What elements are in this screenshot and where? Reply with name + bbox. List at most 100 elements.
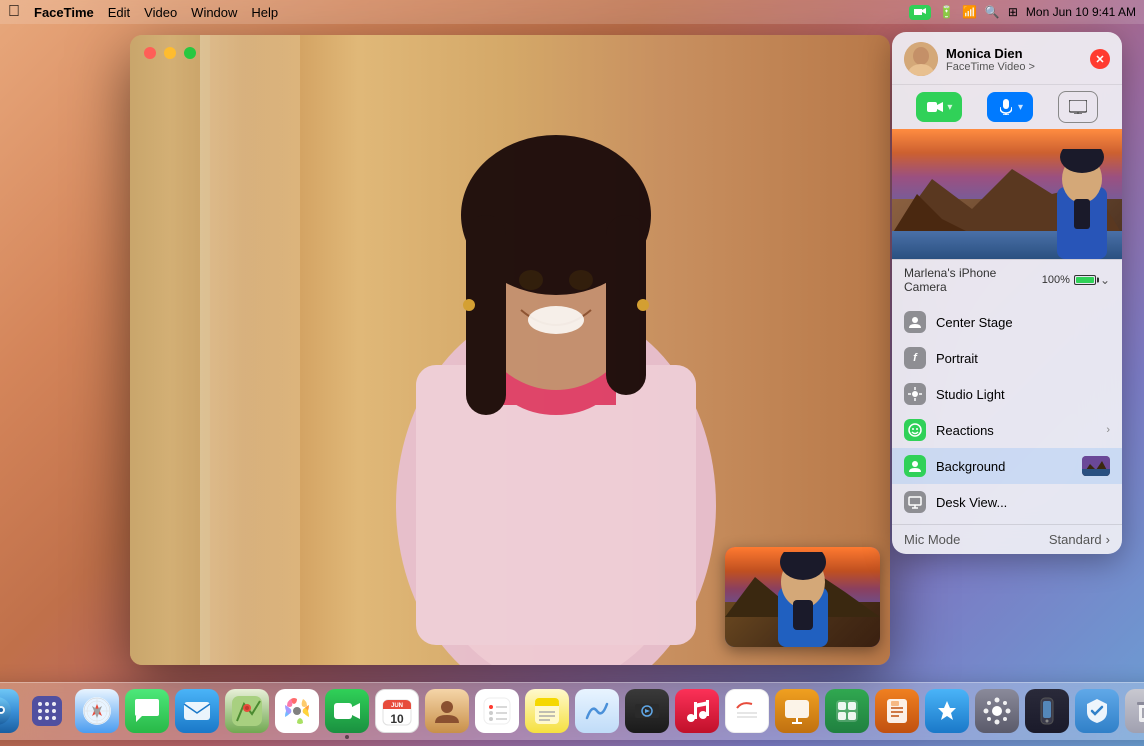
portrait-icon: f [904, 347, 926, 369]
battery-section: 100% ⌄ [1042, 273, 1110, 287]
self-view-person [763, 552, 843, 647]
dock-item-photos[interactable] [274, 688, 320, 734]
self-view-thumbnail[interactable] [725, 547, 880, 647]
dock-item-trash[interactable] [1124, 688, 1144, 734]
mail-icon [175, 689, 219, 733]
studio-light-item[interactable]: Studio Light [892, 376, 1122, 412]
center-stage-label: Center Stage [936, 315, 1110, 330]
wifi-icon: 📶 [962, 5, 977, 19]
background-icon [904, 455, 926, 477]
camera-source-name: Marlena's iPhone Camera [904, 266, 1042, 294]
menu-window[interactable]: Window [191, 5, 237, 20]
apple-menu[interactable]:  [8, 3, 20, 21]
dock-item-reminders[interactable] [474, 688, 520, 734]
messages-icon [125, 689, 169, 733]
close-notification-button[interactable]: ✕ [1090, 49, 1110, 69]
facetime-dock-icon [325, 689, 369, 733]
battery-indicator [1074, 275, 1096, 285]
background-right [1082, 456, 1110, 476]
dock-item-iphone-mirroring[interactable] [1024, 688, 1070, 734]
dock-item-privacy[interactable] [1074, 688, 1120, 734]
desk-view-label: Desk View... [936, 495, 1110, 510]
dock-item-notes[interactable] [524, 688, 570, 734]
notif-info: Monica Dien FaceTime Video > [946, 46, 1082, 73]
menu-video[interactable]: Video [144, 5, 177, 20]
trash-icon [1125, 689, 1144, 733]
effects-menu-list: Center Stage f Portrait Studio Light Rea… [892, 300, 1122, 524]
center-stage-item[interactable]: Center Stage [892, 304, 1122, 340]
dock-item-freeform[interactable] [574, 688, 620, 734]
reactions-right: › [1106, 424, 1110, 436]
close-button[interactable] [144, 47, 156, 59]
numbers-icon [825, 689, 869, 733]
reactions-label: Reactions [936, 423, 1096, 438]
dock-item-pages[interactable] [874, 688, 920, 734]
video-toggle-button[interactable]: ▾ [916, 92, 962, 122]
expand-chevron[interactable]: ⌄ [1100, 273, 1110, 287]
menu-edit[interactable]: Edit [108, 5, 130, 20]
dock-item-syspreferences[interactable] [974, 688, 1020, 734]
photos-icon [275, 689, 319, 733]
notif-header: Monica Dien FaceTime Video > ✕ [892, 32, 1122, 84]
menu-help[interactable]: Help [251, 5, 278, 20]
notification-panel: Monica Dien FaceTime Video > ✕ ▾ ▾ [892, 32, 1122, 554]
menu-facetime[interactable]: FaceTime [34, 5, 94, 20]
mic-mode-current: Standard [1049, 532, 1102, 547]
dock-item-mail[interactable] [174, 688, 220, 734]
dock-item-music[interactable] [674, 688, 720, 734]
iphone-mirroring-icon [1025, 689, 1069, 733]
dock-item-keynote[interactable] [774, 688, 820, 734]
dock-item-facetime[interactable] [324, 688, 370, 734]
maximize-button[interactable] [184, 47, 196, 59]
portrait-item[interactable]: f Portrait [892, 340, 1122, 376]
mic-mode-label: Mic Mode [904, 532, 960, 547]
battery-fill [1076, 277, 1094, 283]
dock-item-safari[interactable] [74, 688, 120, 734]
contact-name: Monica Dien [946, 46, 1082, 61]
facetime-window [130, 35, 890, 665]
dock: 10JUN [0, 682, 1144, 740]
dock-item-finder[interactable] [0, 688, 20, 734]
facetime-active-dot [345, 735, 349, 739]
window-controls [144, 47, 196, 59]
desk-view-icon [904, 491, 926, 513]
search-icon[interactable]: 🔍 [985, 5, 1000, 19]
mic-mode-value[interactable]: Standard › [1049, 532, 1110, 547]
mic-icon [997, 98, 1015, 116]
dock-item-news[interactable] [724, 688, 770, 734]
appstore-icon [925, 689, 969, 733]
dock-item-numbers[interactable] [824, 688, 870, 734]
video-icon [926, 98, 944, 116]
desk-view-item[interactable]: Desk View... [892, 484, 1122, 520]
control-center-icon[interactable]: ⊞ [1008, 5, 1018, 19]
maps-icon [225, 689, 269, 733]
dock-item-maps[interactable] [224, 688, 270, 734]
battery-icon: 🔋 [939, 5, 954, 19]
minimize-button[interactable] [164, 47, 176, 59]
studio-light-label: Studio Light [936, 387, 1110, 402]
battery-percentage: 100% [1042, 274, 1070, 286]
screen-icon [1069, 98, 1087, 116]
dock-item-calendar[interactable]: 10JUN [374, 688, 420, 734]
finder-icon [0, 689, 19, 733]
reactions-item[interactable]: Reactions › [892, 412, 1122, 448]
mic-toggle-button[interactable]: ▾ [987, 92, 1033, 122]
dock-item-messages[interactable] [124, 688, 170, 734]
screen-share-button[interactable] [1058, 91, 1098, 123]
video-preview-image [892, 129, 1122, 259]
dock-item-appletv[interactable] [624, 688, 670, 734]
center-stage-icon [904, 311, 926, 333]
launchpad-icon [25, 689, 69, 733]
privacy-icon [1075, 689, 1119, 733]
appletv-icon [625, 689, 669, 733]
camera-source-row: Marlena's iPhone Camera 100% ⌄ [892, 259, 1122, 300]
dock-item-appstore[interactable] [924, 688, 970, 734]
dock-item-contacts[interactable] [424, 688, 470, 734]
datetime: Mon Jun 10 9:41 AM [1026, 5, 1136, 19]
preview-person [1049, 149, 1114, 259]
background-item[interactable]: Background [892, 448, 1122, 484]
menu-bar-right: 🔋 📶 🔍 ⊞ Mon Jun 10 9:41 AM [909, 5, 1136, 20]
background-label: Background [936, 459, 1072, 474]
svg-text:JUN: JUN [391, 703, 403, 709]
dock-item-launchpad[interactable] [24, 688, 70, 734]
